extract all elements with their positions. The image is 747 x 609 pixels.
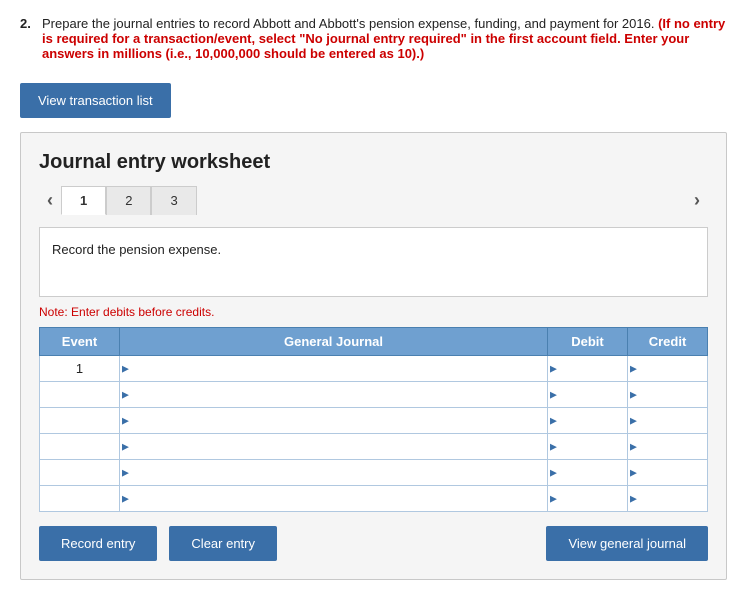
credit-cell[interactable] — [628, 356, 708, 382]
instruction-box: Record the pension expense. — [39, 227, 708, 297]
credit-input[interactable] — [628, 486, 707, 511]
table-row — [40, 434, 708, 460]
journal-input[interactable] — [120, 460, 547, 485]
journal-input[interactable] — [120, 356, 547, 381]
journal-input[interactable] — [120, 408, 547, 433]
tab-next-button[interactable]: › — [686, 186, 708, 215]
table-row — [40, 408, 708, 434]
credit-cell[interactable] — [628, 408, 708, 434]
view-general-journal-button[interactable]: View general journal — [546, 526, 708, 561]
col-header-credit: Credit — [628, 328, 708, 356]
problem-header: 2. Prepare the journal entries to record… — [20, 16, 727, 61]
event-cell — [40, 382, 120, 408]
tab-3[interactable]: 3 — [151, 186, 196, 215]
problem-instruction: Prepare the journal entries to record Ab… — [42, 16, 727, 61]
credit-input[interactable] — [628, 356, 707, 381]
problem-number: 2. — [20, 16, 36, 61]
page-container: 2. Prepare the journal entries to record… — [0, 0, 747, 596]
journal-cell[interactable] — [120, 434, 548, 460]
tab-list: 1 2 3 — [61, 186, 197, 215]
debit-input[interactable] — [548, 356, 627, 381]
journal-cell[interactable] — [120, 356, 548, 382]
journal-input[interactable] — [120, 486, 547, 511]
tabs-row: ‹ 1 2 3 › — [39, 186, 708, 215]
col-header-debit: Debit — [548, 328, 628, 356]
event-cell — [40, 460, 120, 486]
table-row: 1 — [40, 356, 708, 382]
journal-cell[interactable] — [120, 486, 548, 512]
journal-cell[interactable] — [120, 460, 548, 486]
credit-cell[interactable] — [628, 382, 708, 408]
debit-input[interactable] — [548, 460, 627, 485]
tab-1[interactable]: 1 — [61, 186, 106, 215]
credit-input[interactable] — [628, 408, 707, 433]
event-cell — [40, 434, 120, 460]
journal-input[interactable] — [120, 434, 547, 459]
credit-cell[interactable] — [628, 460, 708, 486]
col-header-event: Event — [40, 328, 120, 356]
instruction-text: Record the pension expense. — [52, 242, 221, 257]
debit-cell[interactable] — [548, 382, 628, 408]
note-text: Note: Enter debits before credits. — [39, 305, 708, 319]
clear-entry-button[interactable]: Clear entry — [169, 526, 277, 561]
journal-table: Event General Journal Debit Credit 1 — [39, 327, 708, 512]
view-transaction-button[interactable]: View transaction list — [20, 83, 171, 118]
button-row: Record entry Clear entry View general jo… — [39, 526, 708, 561]
debit-cell[interactable] — [548, 460, 628, 486]
debit-input[interactable] — [548, 408, 627, 433]
worksheet-container: Journal entry worksheet ‹ 1 2 3 › Record… — [20, 132, 727, 580]
debit-input[interactable] — [548, 382, 627, 407]
table-row — [40, 460, 708, 486]
event-cell — [40, 486, 120, 512]
debit-cell[interactable] — [548, 408, 628, 434]
debit-cell[interactable] — [548, 434, 628, 460]
journal-cell[interactable] — [120, 408, 548, 434]
credit-input[interactable] — [628, 434, 707, 459]
journal-cell[interactable] — [120, 382, 548, 408]
worksheet-title: Journal entry worksheet — [39, 151, 708, 174]
event-cell — [40, 408, 120, 434]
event-cell: 1 — [40, 356, 120, 382]
table-row — [40, 486, 708, 512]
table-row — [40, 382, 708, 408]
credit-cell[interactable] — [628, 486, 708, 512]
col-header-journal: General Journal — [120, 328, 548, 356]
credit-input[interactable] — [628, 382, 707, 407]
credit-cell[interactable] — [628, 434, 708, 460]
debit-input[interactable] — [548, 434, 627, 459]
journal-input[interactable] — [120, 382, 547, 407]
debit-input[interactable] — [548, 486, 627, 511]
debit-cell[interactable] — [548, 356, 628, 382]
instruction-plain: Prepare the journal entries to record Ab… — [42, 16, 658, 31]
debit-cell[interactable] — [548, 486, 628, 512]
tab-2[interactable]: 2 — [106, 186, 151, 215]
credit-input[interactable] — [628, 460, 707, 485]
record-entry-button[interactable]: Record entry — [39, 526, 157, 561]
tab-prev-button[interactable]: ‹ — [39, 186, 61, 215]
